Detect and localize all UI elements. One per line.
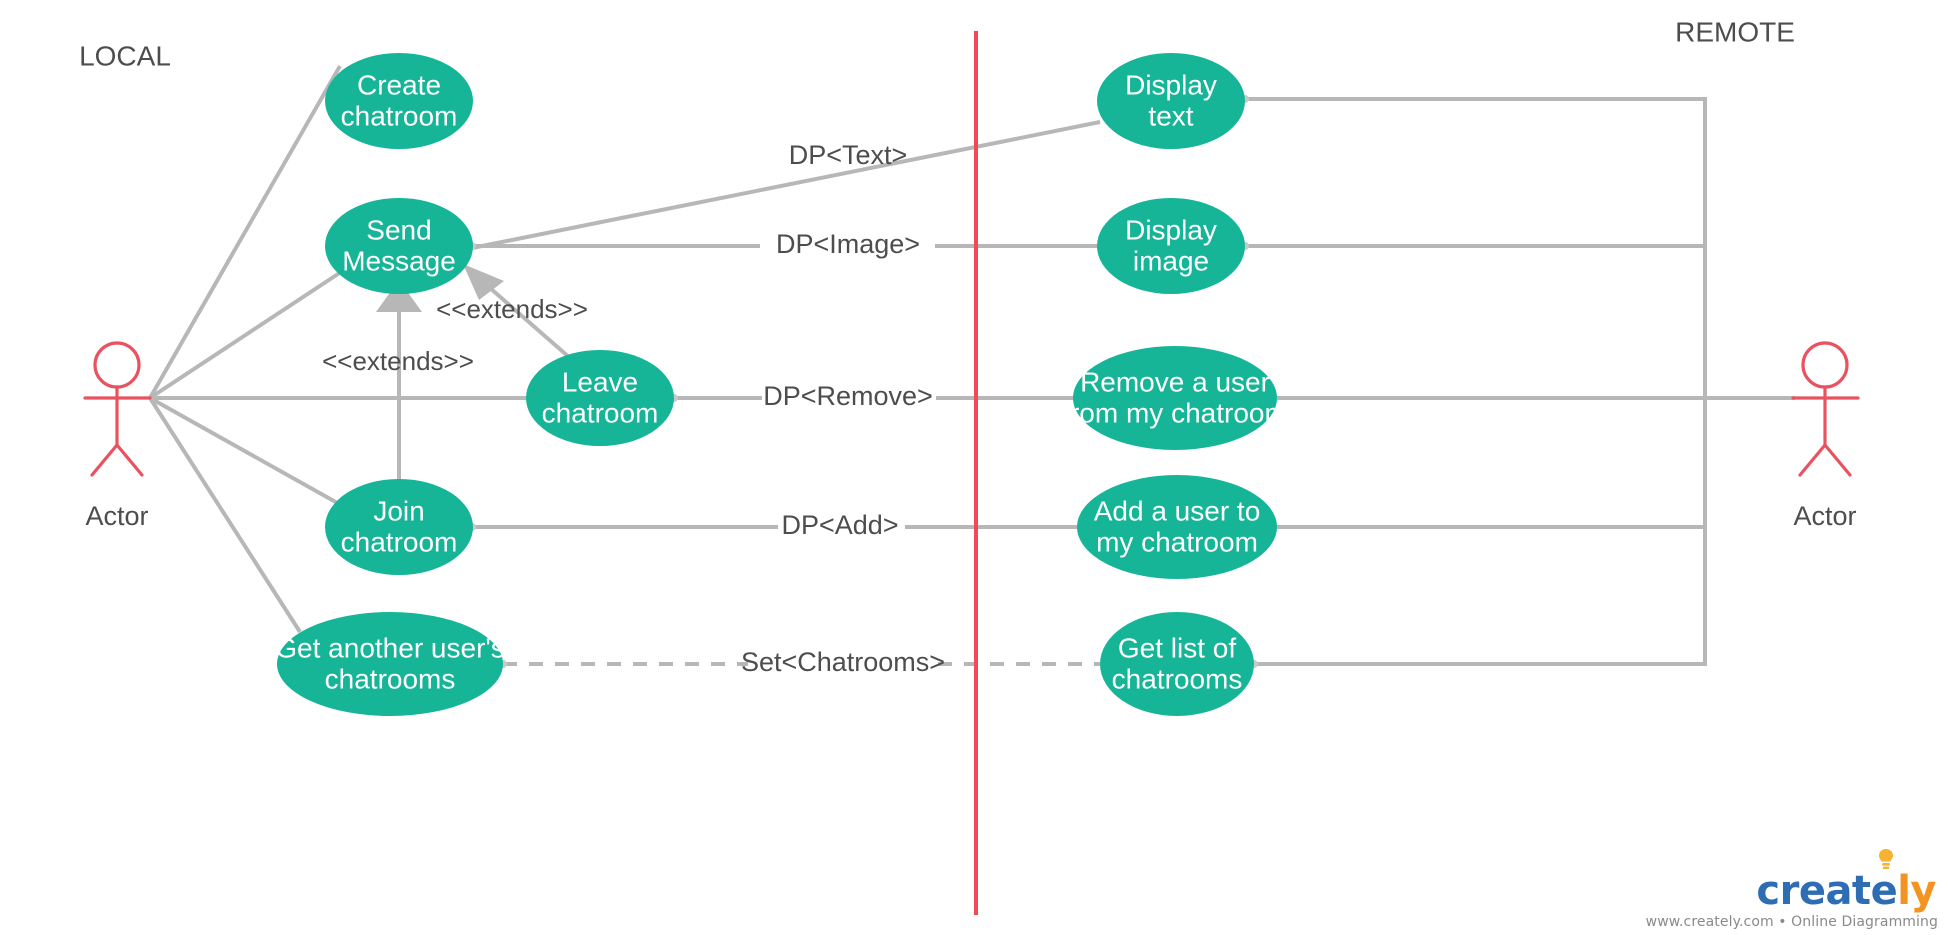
connector-actor-send-message (148, 270, 343, 400)
boundary-label-local: LOCAL (79, 40, 171, 71)
usecase-remove-a-user-from-my-chatroom[interactable]: Remove a user from my chatroom (1062, 346, 1288, 450)
actor-head-icon (93, 341, 141, 389)
use-case-diagram-canvas: Create chatroom Send Message Leave chatr… (0, 0, 1950, 935)
usecase-join-chatroom[interactable]: Join chatroom (325, 479, 473, 575)
usecase-label-line-2: chatrooms (1112, 663, 1243, 694)
diagram-svg: Create chatroom Send Message Leave chatr… (79, 16, 1860, 915)
link-label-set-chatrooms: Set<Chatrooms> (741, 647, 945, 677)
usecase-label-line-1: Add a user to (1094, 495, 1261, 526)
creately-brand-main: creat (1756, 868, 1871, 914)
usecase-display-text[interactable]: Display text (1097, 53, 1245, 149)
usecase-label-line-1: Get list of (1118, 632, 1236, 663)
creately-brand-e: e (1870, 868, 1898, 914)
usecase-label-line-1: Send (366, 214, 431, 245)
actor-label-local: Actor (85, 501, 148, 531)
connector-actor-join-chatroom (149, 396, 342, 507)
usecase-label-line-1: Join (373, 495, 424, 526)
usecase-label-line-2: chatroom (341, 100, 458, 131)
usecase-label-line-2: chatroom (341, 526, 458, 557)
usecase-label-line-1: Display (1125, 214, 1217, 245)
creately-tagline: www.creately.com • Online Diagramming (1645, 914, 1938, 930)
stereotype-label-extends-join-to-send: <<extends>> (322, 346, 474, 376)
usecase-add-a-user-to-my-chatroom[interactable]: Add a user to my chatroom (1077, 475, 1277, 579)
boundary-label-remote: REMOTE (1675, 16, 1795, 47)
usecase-label-line-2: Message (342, 245, 456, 276)
creately-brand-tail: ly (1897, 868, 1936, 914)
stereotype-label-extends-leave-to-send: <<extends>> (436, 294, 588, 324)
usecase-label-line-1: Create (357, 69, 441, 100)
link-label-dp-add: DP<Add> (781, 510, 898, 540)
extends-relationship-join-to-send (376, 280, 422, 480)
usecase-get-list-of-chatrooms[interactable]: Get list of chatrooms (1100, 612, 1254, 716)
usecase-label-line-1: Get another user's (275, 632, 504, 663)
actor-head-icon (1801, 341, 1849, 389)
link-label-dp-remove: DP<Remove> (763, 381, 933, 411)
usecase-leave-chatroom[interactable]: Leave chatroom (526, 350, 674, 446)
actor-leg-left-icon (1798, 443, 1827, 477)
usecase-label-line-2: from my chatroom (1062, 397, 1288, 428)
creately-wordmark: creately (1756, 849, 1938, 914)
usecase-label-line-2: chatroom (542, 397, 659, 428)
usecase-create-chatroom[interactable]: Create chatroom (325, 53, 473, 149)
usecase-label-line-1: Leave (562, 366, 638, 397)
link-label-dp-image: DP<Image> (776, 229, 920, 259)
link-label-dp-text: DP<Text> (789, 140, 908, 170)
connector-actor-get-another-users-chatrooms (148, 396, 302, 634)
usecase-label-line-2: my chatroom (1096, 526, 1258, 557)
actor-local[interactable]: Actor (83, 341, 152, 531)
actor-leg-left-icon (90, 443, 119, 477)
actor-leg-right-icon (115, 443, 144, 477)
lightbulb-icon (1879, 849, 1893, 869)
usecase-label-line-1: Remove a user (1080, 366, 1270, 397)
actor-remote[interactable]: Actor (1791, 341, 1860, 531)
usecase-label-line-2: text (1148, 100, 1193, 131)
usecase-label-line-2: chatrooms (325, 663, 456, 694)
usecase-label-line-1: Display (1125, 69, 1217, 100)
usecase-send-message[interactable]: Send Message (325, 198, 473, 294)
usecase-display-image[interactable]: Display image (1097, 198, 1245, 294)
connector-actor-create-chatroom (148, 65, 342, 399)
actor-label-remote: Actor (1793, 501, 1856, 531)
actor-leg-right-icon (1823, 443, 1852, 477)
usecase-get-another-users-chatrooms[interactable]: Get another user's chatrooms (275, 612, 505, 716)
usecase-label-line-2: image (1133, 245, 1209, 276)
creately-watermark: creately www.creately.com • Online Diagr… (1645, 849, 1938, 930)
